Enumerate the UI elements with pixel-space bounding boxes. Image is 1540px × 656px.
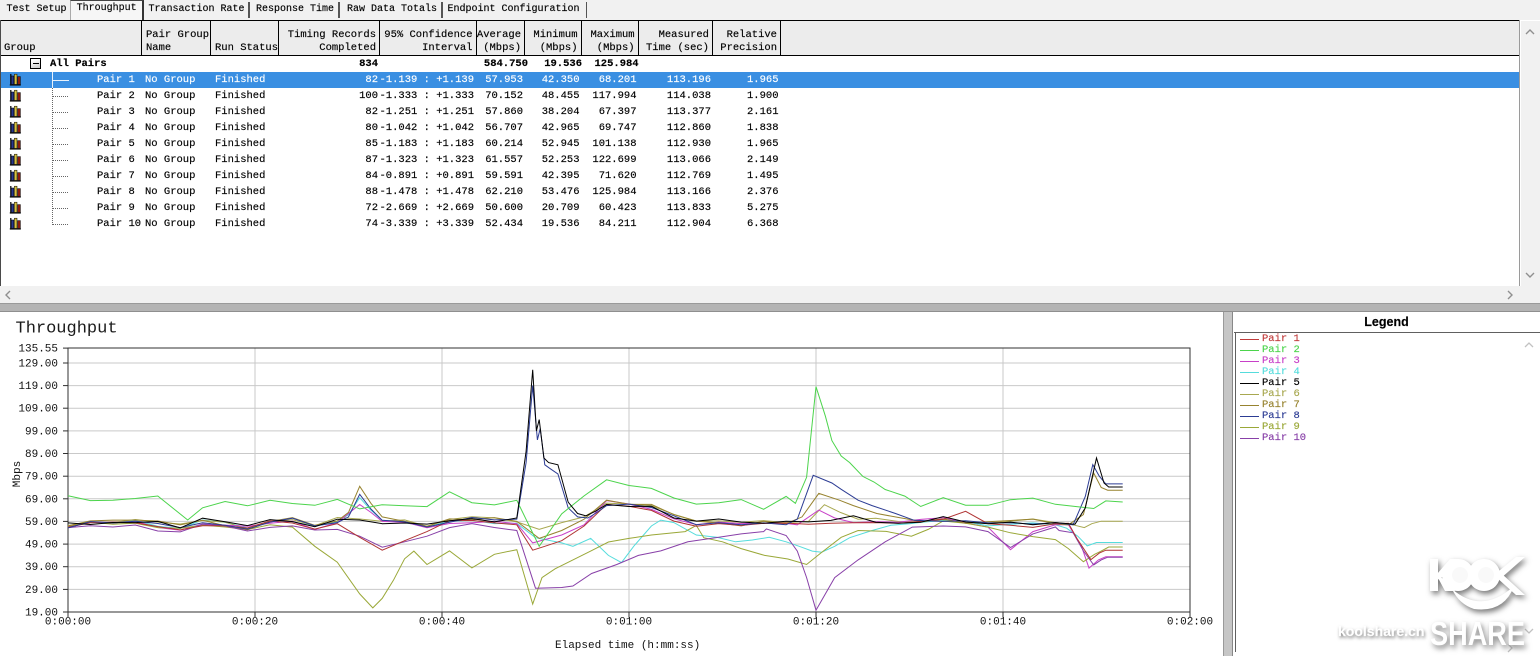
svg-text:Elapsed time (h:mm:ss): Elapsed time (h:mm:ss) [555, 640, 700, 652]
svg-text:39.00: 39.00 [25, 562, 58, 574]
svg-text:0:02:00: 0:02:00 [1167, 617, 1213, 629]
svg-text:119.00: 119.00 [18, 381, 58, 393]
svg-text:79.00: 79.00 [25, 472, 58, 484]
svg-text:0:00:20: 0:00:20 [232, 617, 278, 629]
svg-text:109.00: 109.00 [18, 404, 58, 416]
svg-text:49.00: 49.00 [25, 540, 58, 552]
svg-text:0:01:20: 0:01:20 [793, 617, 839, 629]
svg-text:69.00: 69.00 [25, 494, 58, 506]
svg-text:Mbps: Mbps [12, 461, 24, 487]
svg-text:0:00:40: 0:00:40 [419, 617, 465, 629]
svg-text:29.00: 29.00 [25, 585, 58, 597]
svg-text:0:00:00: 0:00:00 [45, 617, 91, 629]
svg-text:Throughput: Throughput [16, 320, 118, 339]
svg-text:59.00: 59.00 [25, 517, 58, 529]
svg-text:135.55: 135.55 [18, 344, 58, 356]
svg-text:SHARE: SHARE [1430, 615, 1525, 649]
svg-text:0:01:00: 0:01:00 [606, 617, 652, 629]
svg-text:99.00: 99.00 [25, 426, 58, 438]
svg-text:89.00: 89.00 [25, 449, 58, 461]
svg-text:0:01:40: 0:01:40 [980, 617, 1026, 629]
svg-text:129.00: 129.00 [18, 359, 58, 371]
